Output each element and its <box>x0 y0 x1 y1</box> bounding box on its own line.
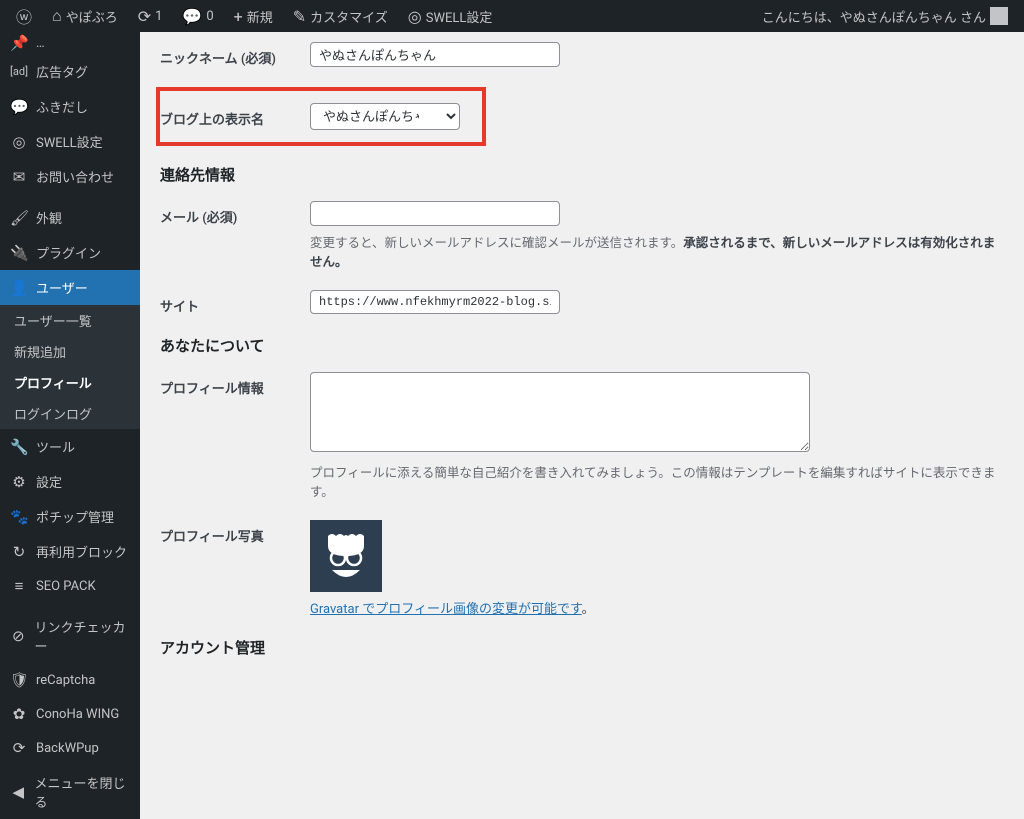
sidebar-item-plugins[interactable]: 🔌プラグイン <box>0 235 140 270</box>
display-name-highlight: ブログ上の表示名 やぬさんぽんちゃん <box>156 87 486 146</box>
sidebar-item-recaptcha[interactable]: 🛡reCaptcha <box>0 663 140 697</box>
site-label: サイト <box>160 290 310 315</box>
sidebar-item-ad-tag[interactable]: [ad]広告タグ <box>0 54 140 89</box>
submenu-users-list[interactable]: ユーザー一覧 <box>0 305 140 336</box>
sidebar-item-reusable-blocks[interactable]: ↻再利用ブロック <box>0 534 140 569</box>
email-description: 変更すると、新しいメールアドレスに確認メールが送信されます。承認されるまで、新し… <box>310 232 1004 270</box>
display-name-select[interactable]: やぬさんぽんちゃん <box>310 103 460 130</box>
site-name-link[interactable]: ⌂やぽぶろ <box>44 6 126 26</box>
sidebar-item-appearance[interactable]: 🖌外観 <box>0 200 140 235</box>
display-name-label: ブログ上の表示名 <box>160 103 310 128</box>
submenu-profile[interactable]: プロフィール <box>0 367 140 398</box>
email-label: メール (必須) <box>160 201 310 226</box>
bio-description: プロフィールに添える簡単な自己紹介を書き入れてみましょう。この情報はテンプレート… <box>310 462 1004 500</box>
bio-label: プロフィール情報 <box>160 372 310 397</box>
sidebar-item-contact[interactable]: ✉お問い合わせ <box>0 159 140 194</box>
sidebar-item-swell[interactable]: ◎SWELL設定 <box>0 124 140 159</box>
admin-sidebar: 📌… [ad]広告タグ 💬ふきだし ◎SWELL設定 ✉お問い合わせ 🖌外観 🔌… <box>0 32 140 819</box>
sidebar-item-settings[interactable]: ⚙設定 <box>0 464 140 499</box>
submenu-login-log[interactable]: ログインログ <box>0 398 140 429</box>
account-section-heading: アカウント管理 <box>160 637 1004 658</box>
new-content-link[interactable]: +新規 <box>226 7 281 26</box>
user-greeting[interactable]: こんにちは、やぬさんぽんちゃん さん <box>754 7 1016 26</box>
gravatar-link[interactable]: Gravatar でプロフィール画像の変更が可能です <box>310 602 582 617</box>
sidebar-item-pochipp[interactable]: 🐾ポチップ管理 <box>0 499 140 534</box>
sidebar-item-link-checker[interactable]: ⊘リンクチェッカー <box>0 609 140 663</box>
nickname-label: ニックネーム (必須) <box>160 42 310 67</box>
nickname-input[interactable] <box>310 42 560 67</box>
admin-bar: ⓦ ⌂やぽぶろ ⟳1 💬0 +新規 ✎カスタマイズ ◎SWELL設定 こんにちは… <box>0 0 1024 32</box>
gravatar-link-suffix: 。 <box>582 602 595 617</box>
sidebar-item-users[interactable]: 👤ユーザー <box>0 270 140 305</box>
comments-link[interactable]: 💬0 <box>174 7 221 26</box>
sidebar-item-backwpup[interactable]: ⟳BackWPup <box>0 731 140 765</box>
customize-link[interactable]: ✎カスタマイズ <box>285 7 396 26</box>
wp-logo[interactable]: ⓦ <box>8 4 40 28</box>
sidebar-collapse[interactable]: ◀メニューを閉じる <box>0 765 140 819</box>
swell-settings-link[interactable]: ◎SWELL設定 <box>400 7 501 26</box>
avatar <box>310 520 382 592</box>
sidebar-item-posts-top[interactable]: 📌… <box>0 32 140 54</box>
sidebar-item-fukidashi[interactable]: 💬ふきだし <box>0 89 140 124</box>
bio-textarea[interactable] <box>310 372 810 452</box>
about-section-heading: あなたについて <box>160 335 1004 356</box>
avatar-icon <box>990 7 1008 25</box>
main-content: ニックネーム (必須) ブログ上の表示名 やぬさんぽんちゃん 連絡先情報 メール… <box>140 32 1024 819</box>
site-input[interactable] <box>310 290 560 314</box>
sidebar-item-conoha[interactable]: ✿ConoHa WING <box>0 697 140 731</box>
avatar-icon <box>318 528 374 584</box>
contact-section-heading: 連絡先情報 <box>160 164 1004 185</box>
photo-label: プロフィール写真 <box>160 520 310 545</box>
email-input[interactable] <box>310 201 560 226</box>
sidebar-item-tools[interactable]: 🔧ツール <box>0 429 140 464</box>
users-submenu: ユーザー一覧 新規追加 プロフィール ログインログ <box>0 305 140 429</box>
sidebar-item-seo-pack[interactable]: ≡SEO PACK <box>0 569 140 603</box>
updates-link[interactable]: ⟳1 <box>130 7 171 26</box>
submenu-add-new[interactable]: 新規追加 <box>0 336 140 367</box>
